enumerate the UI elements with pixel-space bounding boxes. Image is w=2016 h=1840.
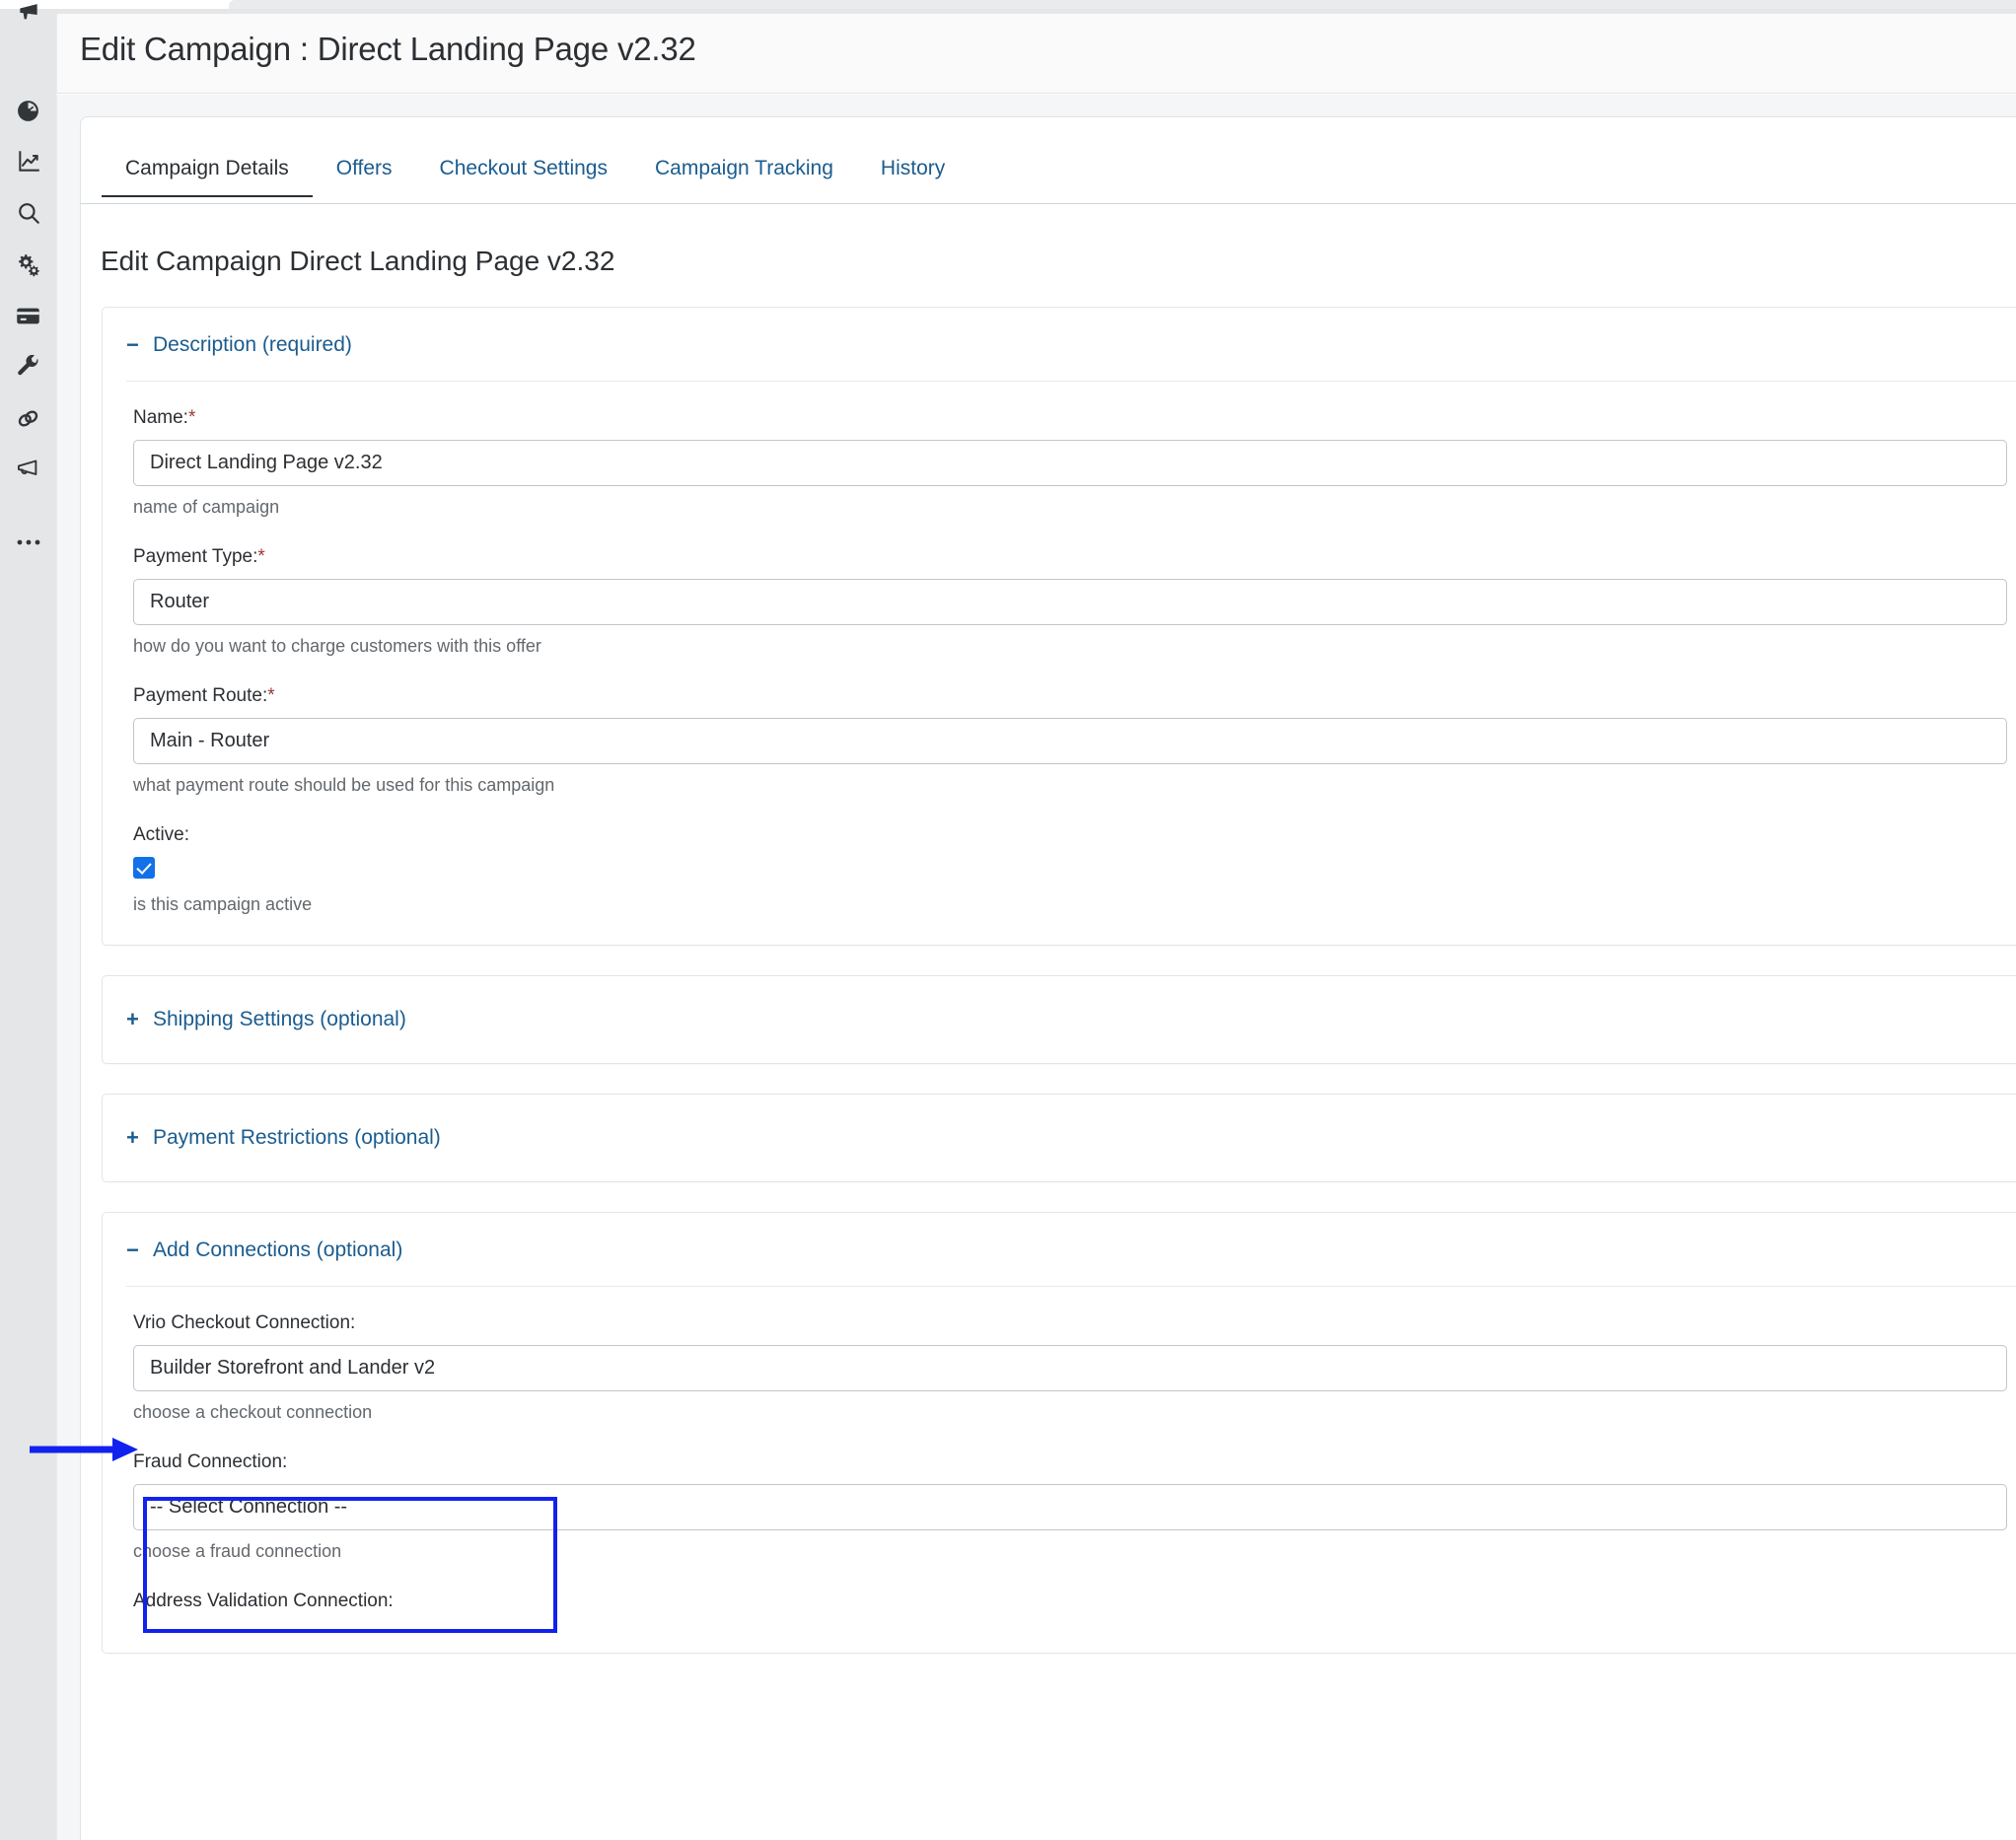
main-page: Edit Campaign : Direct Landing Page v2.3… <box>56 14 2016 1840</box>
field-payment-route-label-text: Payment Route: <box>133 685 268 706</box>
panel-add-connections-body: Vrio Checkout Connection: Builder Storef… <box>103 1287 2016 1653</box>
panel-add-connections: − Add Connections (optional) Vrio Checko… <box>102 1212 2016 1654</box>
tab-checkout-settings[interactable]: Checkout Settings <box>416 149 631 196</box>
sidebar-item-more[interactable] <box>0 517 56 568</box>
panel-payment-restrictions-header[interactable]: + Payment Restrictions (optional) <box>103 1095 2016 1181</box>
wrench-icon <box>16 354 41 380</box>
active-checkbox[interactable] <box>133 857 155 879</box>
field-fraud-label: Fraud Connection: <box>133 1451 288 1472</box>
panel-shipping-settings-title: Shipping Settings (optional) <box>153 1008 406 1030</box>
panel-add-connections-header[interactable]: − Add Connections (optional) <box>103 1213 2016 1286</box>
sidebar-item-billing[interactable] <box>0 290 56 341</box>
sidebar-item-search[interactable] <box>0 187 56 239</box>
sidebar-item-settings[interactable] <box>0 239 56 290</box>
required-asterisk: * <box>187 407 196 428</box>
sidebar-item-connections[interactable] <box>0 392 56 444</box>
name-input[interactable]: Direct Landing Page v2.32 <box>133 440 2007 486</box>
sidebar-item-tools[interactable] <box>0 341 56 392</box>
sidebar-item-dashboard[interactable] <box>0 85 56 136</box>
sidebar-item-analytics[interactable] <box>0 136 56 187</box>
collapse-minus-icon[interactable]: − <box>126 1239 142 1261</box>
ellipsis-icon <box>16 538 41 546</box>
panel-payment-restrictions-title: Payment Restrictions (optional) <box>153 1126 441 1149</box>
gears-icon <box>15 251 41 278</box>
required-asterisk: * <box>257 546 265 567</box>
panel-description-body: Name:* Direct Landing Page v2.32 name of… <box>103 382 2016 945</box>
payment-route-select[interactable]: Main - Router <box>133 718 2007 764</box>
page-title: Edit Campaign : Direct Landing Page v2.3… <box>80 31 696 67</box>
panel-shipping-settings: + Shipping Settings (optional) <box>102 975 2016 1064</box>
field-vrio-checkout-help: choose a checkout connection <box>133 1402 373 1422</box>
field-name-label-text: Name: <box>133 407 188 428</box>
field-payment-route-label: Payment Route:* <box>133 685 2016 707</box>
field-payment-route: Payment Route:* Main - Router what payme… <box>133 685 2016 796</box>
megaphone-outline-icon <box>15 457 41 483</box>
field-payment-type-help: how do you want to charge customers with… <box>133 636 541 656</box>
line-chart-icon <box>16 149 41 175</box>
field-address-validation-connection: Address Validation Connection: <box>133 1591 2016 1612</box>
panel-shipping-settings-header[interactable]: + Shipping Settings (optional) <box>103 976 2016 1063</box>
expand-plus-icon[interactable]: + <box>126 1009 142 1030</box>
fraud-connection-select[interactable]: -- Select Connection -- <box>133 1484 2007 1530</box>
field-vrio-checkout-connection: Vrio Checkout Connection: Builder Storef… <box>133 1312 2016 1423</box>
field-vrio-checkout-label: Vrio Checkout Connection: <box>133 1312 356 1333</box>
sidebar-item-announcements[interactable] <box>0 4 56 51</box>
credit-card-icon <box>15 303 41 329</box>
payment-type-select[interactable]: Router <box>133 579 2007 625</box>
field-active-label: Active: <box>133 824 190 845</box>
content-card: Campaign Details Offers Checkout Setting… <box>80 116 2016 1840</box>
window-top-tab-strip <box>229 0 2016 9</box>
tab-history[interactable]: History <box>857 149 969 196</box>
field-payment-route-help: what payment route should be used for th… <box>133 775 555 795</box>
field-fraud-help: choose a fraud connection <box>133 1541 342 1561</box>
dashboard-gauge-icon <box>16 99 40 123</box>
field-payment-type: Payment Type:* Router how do you want to… <box>133 546 2016 657</box>
page-body: Campaign Details Offers Checkout Setting… <box>56 95 2016 1840</box>
field-active-help: is this campaign active <box>133 894 313 914</box>
tab-campaign-details[interactable]: Campaign Details <box>102 149 313 197</box>
field-fraud-connection: Fraud Connection: -- Select Connection -… <box>133 1451 2016 1562</box>
tab-campaign-tracking[interactable]: Campaign Tracking <box>631 149 857 196</box>
collapse-minus-icon[interactable]: − <box>126 334 142 356</box>
field-address-validation-label: Address Validation Connection: <box>133 1591 394 1611</box>
field-name: Name:* Direct Landing Page v2.32 name of… <box>133 407 2016 518</box>
field-payment-type-label-text: Payment Type: <box>133 546 258 567</box>
megaphone-filled-icon <box>16 4 41 28</box>
required-asterisk: * <box>267 685 275 706</box>
vrio-checkout-connection-select[interactable]: Builder Storefront and Lander v2 <box>133 1345 2007 1391</box>
sidebar-rail <box>0 4 56 1840</box>
panel-payment-restrictions: + Payment Restrictions (optional) <box>102 1094 2016 1182</box>
tab-offers[interactable]: Offers <box>313 149 416 196</box>
sidebar-item-campaigns[interactable] <box>0 444 56 495</box>
panel-description-header[interactable]: − Description (required) <box>103 308 2016 381</box>
field-name-help: name of campaign <box>133 497 280 517</box>
panel-description: − Description (required) Name:* Direct L… <box>102 307 2016 946</box>
search-icon <box>16 200 41 226</box>
page-header: Edit Campaign : Direct Landing Page v2.3… <box>56 14 2016 94</box>
tab-bar: Campaign Details Offers Checkout Setting… <box>81 149 2016 204</box>
expand-plus-icon[interactable]: + <box>126 1127 142 1149</box>
field-active: Active: is this campaign active <box>133 824 2016 915</box>
field-name-label: Name:* <box>133 407 2016 429</box>
link-chain-icon <box>15 405 41 432</box>
panel-add-connections-title: Add Connections (optional) <box>153 1238 403 1261</box>
field-payment-type-label: Payment Type:* <box>133 546 2016 568</box>
section-heading: Edit Campaign Direct Landing Page v2.32 <box>101 246 615 276</box>
panel-description-title: Description (required) <box>153 333 352 356</box>
